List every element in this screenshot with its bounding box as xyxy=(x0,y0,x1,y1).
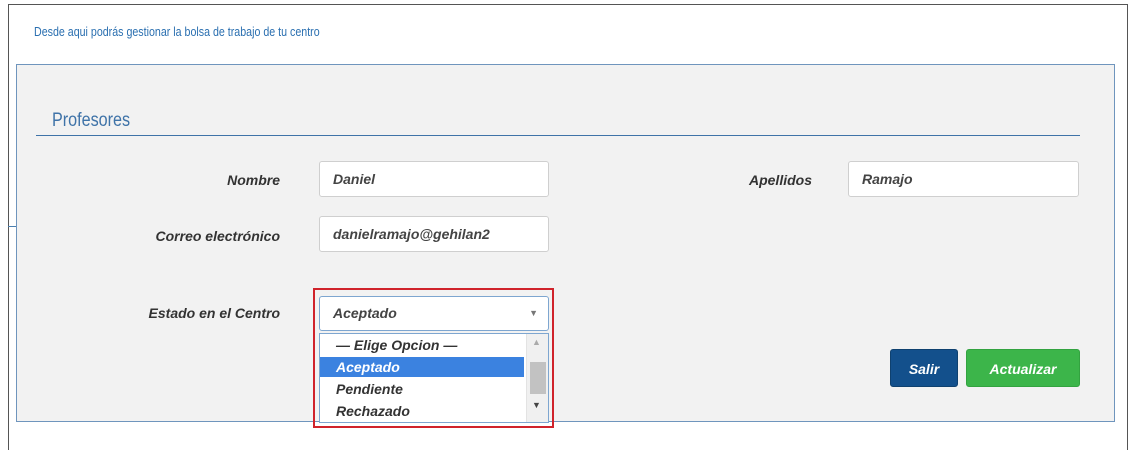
actualizar-button[interactable]: Actualizar xyxy=(966,349,1080,387)
estado-selected-value: Aceptado xyxy=(333,305,397,321)
correo-input[interactable]: danielramajo@gehilan2 xyxy=(319,216,549,252)
option-pendiente[interactable]: Pendiente xyxy=(320,379,524,399)
scroll-down-icon[interactable]: ▼ xyxy=(532,400,541,410)
nombre-input[interactable]: Daniel xyxy=(319,161,549,197)
form-legend: Profesores xyxy=(52,110,131,131)
chevron-down-icon: ▼ xyxy=(529,308,538,318)
correo-label: Correo electrónico xyxy=(155,228,280,244)
scroll-thumb[interactable] xyxy=(530,362,546,394)
estado-label: Estado en el Centro xyxy=(148,305,280,321)
options-scrollbar[interactable]: ▲ ▼ xyxy=(526,334,548,422)
estado-select[interactable]: Aceptado ▼ xyxy=(319,296,549,331)
nombre-label: Nombre xyxy=(227,172,280,188)
legend-divider xyxy=(36,135,1080,136)
estado-options-list[interactable]: — Elige Opcion — Aceptado Pendiente Rech… xyxy=(319,333,549,423)
option-aceptado[interactable]: Aceptado xyxy=(320,357,524,377)
intro-text: Desde aqui podrás gestionar la bolsa de … xyxy=(34,24,320,39)
apellidos-label: Apellidos xyxy=(748,172,812,188)
option-elige[interactable]: — Elige Opcion — xyxy=(320,335,524,355)
apellidos-input[interactable]: Ramajo xyxy=(848,161,1079,197)
scroll-up-icon[interactable]: ▲ xyxy=(532,337,541,347)
salir-button[interactable]: Salir xyxy=(890,349,958,387)
option-rechazado[interactable]: Rechazado xyxy=(320,401,524,421)
